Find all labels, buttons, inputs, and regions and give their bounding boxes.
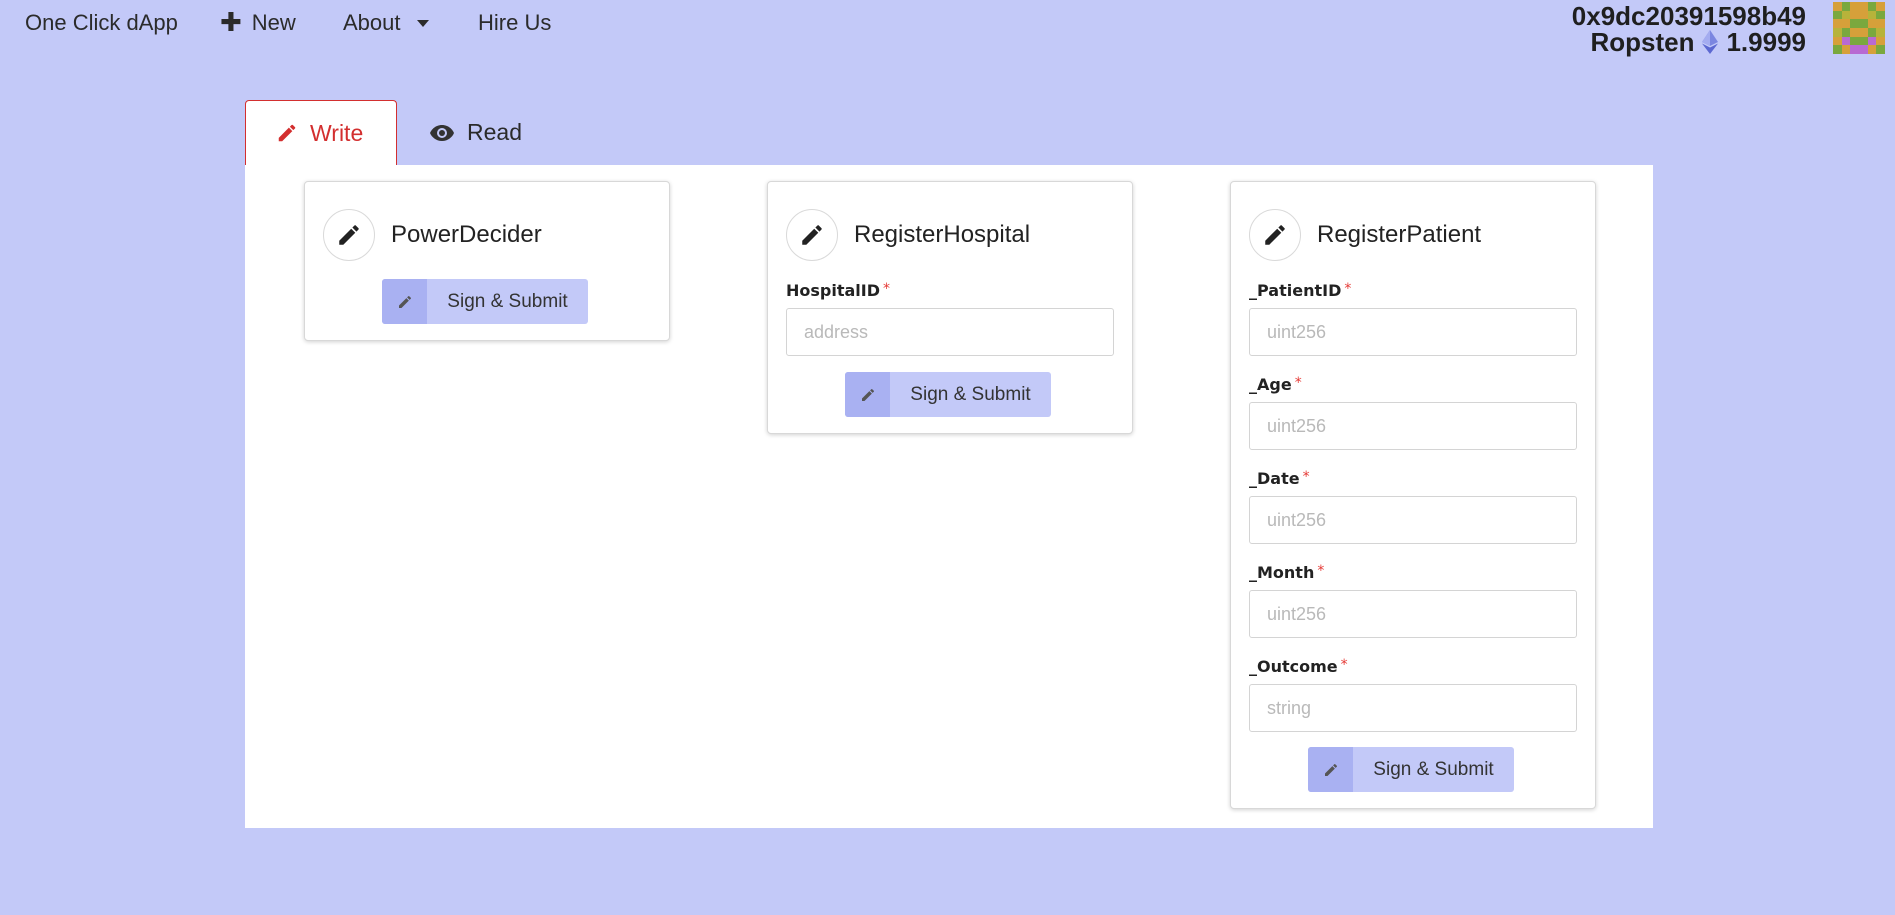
field-label-outcome: _Outcome * [1249,657,1348,676]
sign-submit-label: Sign & Submit [1373,758,1494,780]
field-label-text: _Month [1249,563,1315,582]
about-dropdown[interactable]: About [343,10,429,36]
required-marker: * [883,281,891,297]
brand-link[interactable]: One Click dApp [25,10,178,36]
field-label-text: _Date [1249,469,1300,488]
account-info: 0x9dc20391598b49 Ropsten 1.9999 [1572,3,1806,55]
eth-balance: 1.9999 [1726,27,1806,57]
card-title: RegisterPatient [1317,221,1482,248]
caret-down-icon [416,19,429,27]
field-label-text: _Age [1249,375,1292,394]
date-input[interactable] [1249,496,1577,544]
required-marker: * [1340,657,1348,673]
required-marker: * [1344,281,1352,297]
card-title: PowerDecider [391,221,542,248]
field-label-hospitalid: HospitalID * [786,281,890,300]
sign-submit-button[interactable]: Sign & Submit [1308,747,1514,792]
sign-submit-button[interactable]: Sign & Submit [382,279,588,324]
field-label-text: _PatientID [1249,281,1342,300]
pencil-icon [323,209,375,261]
field-label-text: _Outcome [1249,657,1338,676]
hire-us-label: Hire Us [478,10,552,35]
outcome-input[interactable] [1249,684,1577,732]
tab-read-label: Read [467,119,522,145]
pencil-icon [1249,209,1301,261]
new-label: New [251,10,296,35]
month-input[interactable] [1249,590,1577,638]
function-card-registerhospital: RegisterHospital HospitalID* Sign & Subm… [767,181,1133,434]
pencil-icon [278,124,296,142]
pencil-icon [845,372,890,417]
tab-read[interactable]: Read [399,100,552,165]
patientid-input[interactable] [1249,308,1577,356]
eye-icon [430,124,454,141]
pencil-icon [786,209,838,261]
sign-submit-label: Sign & Submit [447,290,568,312]
field-label-date: _Date * [1249,469,1310,488]
pencil-icon [1308,747,1353,792]
field-label-age: _Age * [1249,375,1302,394]
account-avatar[interactable] [1833,2,1885,54]
plus-icon: ✚ [220,7,242,37]
hire-us-link[interactable]: Hire Us [478,10,551,36]
field-label-text: HospitalID [786,281,881,300]
network-name: Ropsten [1590,27,1695,57]
field-label-patientid: _PatientID * [1249,281,1351,300]
card-title: RegisterHospital [854,221,1031,248]
account-address: 0x9dc20391598b49 [1571,1,1806,31]
new-link[interactable]: ✚ New [220,7,296,37]
pencil-icon [382,279,427,324]
ethereum-icon [1702,30,1719,54]
function-card-powerdecider: PowerDecider Sign & Submit [304,181,670,341]
required-marker: * [1294,375,1302,391]
write-panel: PowerDecider Sign & Submit RegisterHospi… [245,165,1653,828]
about-label: About [343,10,401,35]
function-card-registerpatient: RegisterPatient _PatientID* _Age* _Date*… [1230,181,1596,809]
sign-submit-button[interactable]: Sign & Submit [845,372,1051,417]
tab-write[interactable]: Write [245,100,397,165]
age-input[interactable] [1249,402,1577,450]
sign-submit-label: Sign & Submit [910,383,1031,405]
brand-label: One Click dApp [25,10,178,35]
top-navbar: One Click dApp ✚ New About Hire Us 0x9dc… [0,0,1895,55]
hospitalid-input[interactable] [786,308,1114,356]
required-marker: * [1317,563,1325,579]
required-marker: * [1302,469,1310,485]
field-label-month: _Month * [1249,563,1324,582]
tab-write-label: Write [310,119,364,146]
